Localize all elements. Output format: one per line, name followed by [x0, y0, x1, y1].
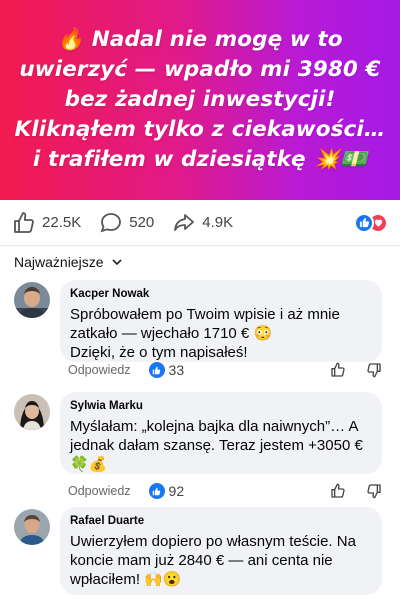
chevron-down-icon [112, 259, 123, 266]
comment-author[interactable]: Rafael Duarte [70, 515, 372, 527]
reaction-summary[interactable] [354, 212, 388, 233]
comment-sort-dropdown[interactable]: Najważniejsze [14, 252, 123, 272]
comments-count-button[interactable]: 520 [99, 211, 154, 235]
comment-likes-value: 92 [168, 483, 185, 499]
reply-button[interactable]: Odpowiedz [68, 363, 131, 377]
thumbs-down-outline-icon[interactable] [366, 483, 382, 499]
avatar[interactable] [14, 509, 50, 545]
comment-bubble: Rafael Duarte Uwierzyłem dopiero po włas… [60, 507, 382, 595]
likes-count-button[interactable]: 22.5K [12, 211, 81, 235]
post-stats-bar: 22.5K 520 4.9K [0, 200, 400, 246]
comment-author[interactable]: Sylwia Marku [70, 400, 372, 412]
comment-like-count[interactable]: 33 [148, 362, 185, 378]
comment-text: Uwierzyłem dopiero po własnym teście. Na… [70, 533, 356, 588]
shares-count-button[interactable]: 4.9K [172, 211, 233, 235]
comment-actions: Odpowiedz 92 [68, 482, 382, 500]
comment-vote-buttons [310, 483, 382, 499]
like-reaction-icon [354, 212, 374, 233]
thumbs-down-outline-icon[interactable] [366, 362, 382, 378]
post-headline: 🔥 Nadal nie mogę w to uwierzyć — wpadło … [14, 27, 386, 172]
comment-text: Spróbowałem po Twoim wpisie i aż mnie za… [70, 306, 340, 361]
thumbs-up-icon [14, 211, 34, 233]
post-banner: 🔥 Nadal nie mogę w to uwierzyć — wpadło … [0, 0, 400, 200]
comments-count: 520 [129, 214, 155, 231]
like-reaction-icon [148, 362, 165, 378]
comment-bubble: Sylwia Marku Myślałam: „kolejna bajka dl… [60, 392, 382, 474]
reply-button[interactable]: Odpowiedz [68, 484, 131, 498]
shares-count: 4.9K [202, 214, 234, 231]
comment-like-count[interactable]: 92 [148, 483, 185, 499]
avatar[interactable] [14, 394, 50, 430]
comment-actions: Odpowiedz 33 [68, 361, 382, 379]
thumbs-up-outline-icon[interactable] [330, 483, 346, 499]
likes-count: 22.5K [42, 214, 82, 231]
comment-bubble-icon [100, 212, 122, 232]
thumbs-up-outline-icon[interactable] [330, 362, 346, 378]
avatar[interactable] [14, 282, 50, 318]
share-arrow-icon [174, 213, 195, 231]
comment-author[interactable]: Kacper Nowak [70, 288, 372, 300]
comment-likes-value: 33 [168, 362, 185, 378]
comment-bubble: Kacper Nowak Spróbowałem po Twoim wpisie… [60, 280, 382, 362]
comment-vote-buttons [310, 362, 382, 378]
like-reaction-icon [148, 483, 165, 499]
sort-label: Najważniejsze [14, 254, 104, 270]
comment-text: Myślałam: „kolejna bajka dla naiwnych”… … [70, 418, 363, 473]
